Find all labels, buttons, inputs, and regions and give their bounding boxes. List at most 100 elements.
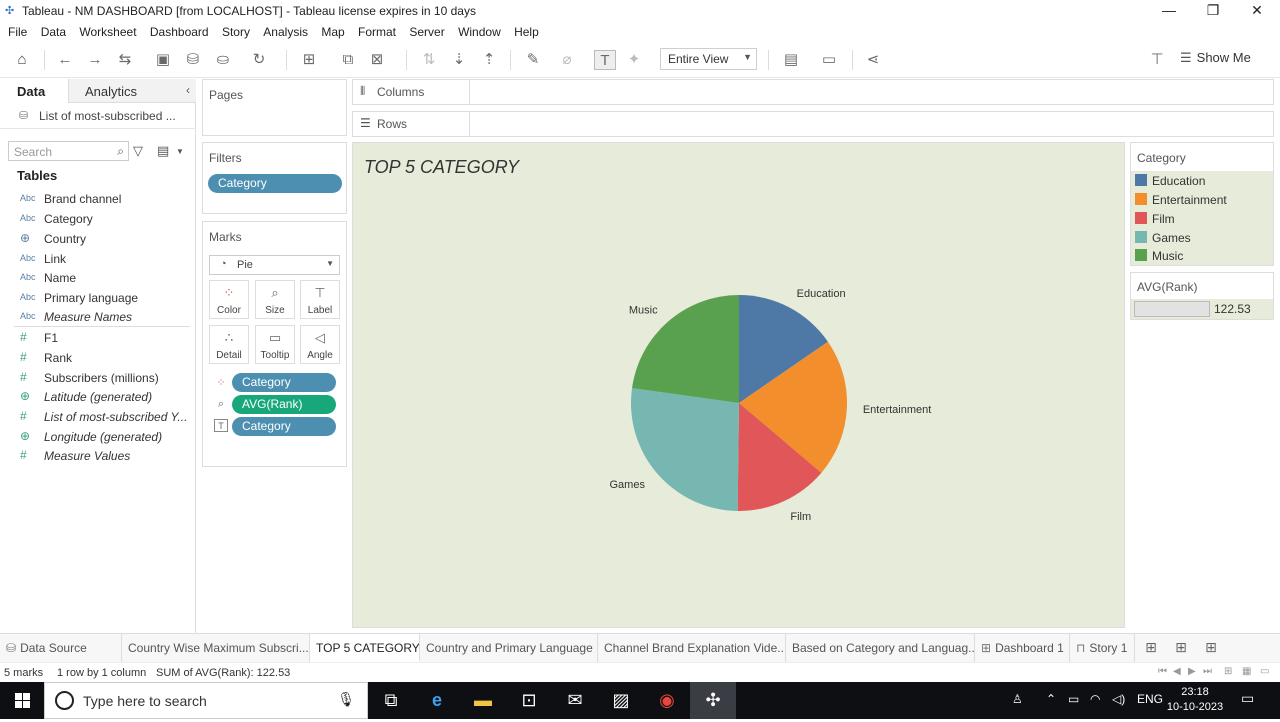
field-category[interactable]: Abc Category (0, 209, 190, 229)
menu-server[interactable]: Server (409, 22, 444, 39)
rows-shelf[interactable]: ☰ Rows (352, 111, 1274, 137)
menu-story[interactable]: Story (222, 22, 250, 39)
chrome-icon[interactable]: ◉ (644, 682, 690, 719)
volume-icon[interactable]: ◁) (1112, 692, 1125, 706)
new-worksheet-icon[interactable]: ⊞ (298, 50, 320, 70)
new-story-tab-icon[interactable]: ⊞ (1200, 639, 1222, 657)
menu-map[interactable]: Map (321, 22, 344, 39)
menu-format[interactable]: Format (358, 22, 396, 39)
sort-descending-icon[interactable]: ⇡ (478, 50, 500, 70)
show-cards-icon[interactable]: ▤ (780, 50, 802, 70)
edge-icon[interactable]: e (414, 682, 460, 719)
color-button[interactable]: ⁘ Color (209, 280, 249, 319)
replay-icon[interactable]: ⇆ (114, 50, 136, 70)
presentation-mode-icon[interactable]: ▭ (818, 50, 840, 70)
new-dashboard-tab-icon[interactable]: ⊞ (1170, 639, 1192, 657)
pin-icon[interactable]: ⊤ (1146, 50, 1168, 70)
next-sheet-icon[interactable]: ▶ (1188, 666, 1196, 677)
filter-icon[interactable]: ▽ (133, 143, 143, 159)
data-source-item[interactable]: ⛁ List of most-subscribed ... (0, 103, 196, 129)
taskbar-clock[interactable]: 23:18 10-10-2023 (1166, 685, 1224, 715)
field-latitude[interactable]: ⊕ Latitude (generated) (0, 387, 190, 407)
tab-category-language[interactable]: Based on Category and Languag... (786, 634, 975, 662)
clear-sheet-icon[interactable]: ⊠ (366, 50, 388, 70)
tabs-view-icon[interactable]: ▭ (1260, 666, 1269, 677)
field-subscribers[interactable]: # Subscribers (millions) (0, 368, 190, 388)
show-me-button[interactable]: ☰ Show Me (1180, 50, 1270, 70)
people-icon[interactable]: ♙ (1012, 692, 1023, 706)
menu-file[interactable]: File (8, 22, 27, 39)
label-button[interactable]: ⊤ Label (300, 280, 340, 319)
field-brand-channel[interactable]: Abc Brand channel (0, 189, 190, 209)
menu-data[interactable]: Data (41, 22, 66, 39)
notifications-icon[interactable]: ▭ (1241, 690, 1254, 707)
field-name[interactable]: Abc Name (0, 268, 190, 288)
sort-ascending-icon[interactable]: ⇣ (448, 50, 470, 70)
restore-button[interactable]: ❐ (1190, 0, 1236, 22)
detail-button[interactable]: ∴ Detail (209, 325, 249, 364)
pie-chart[interactable]: Education Entertainment Film Games Music (353, 143, 1124, 627)
close-button[interactable]: ✕ (1234, 0, 1280, 22)
refresh-icon[interactable]: ↻ (248, 50, 270, 70)
legend-item[interactable]: Education (1135, 172, 1271, 190)
marks-pill-size-avg-rank[interactable]: AVG(Rank) (232, 395, 336, 414)
last-sheet-icon[interactable]: ⏭ (1203, 666, 1212, 677)
new-worksheet-tab-icon[interactable]: ⊞ (1140, 639, 1162, 657)
viz-canvas[interactable]: TOP 5 CATEGORY Education Entertainment Fil… (352, 142, 1125, 628)
tooltip-button[interactable]: ▭ Tooltip (255, 325, 295, 364)
prev-sheet-icon[interactable]: ◀ (1173, 666, 1181, 677)
legend-item[interactable]: Film (1135, 210, 1271, 228)
tab-country-wise[interactable]: Country Wise Maximum Subscri... (122, 634, 310, 662)
legend-item[interactable]: Music (1135, 247, 1271, 265)
file-explorer-icon[interactable]: ▬ (460, 682, 506, 719)
home-icon[interactable]: ⌂ (11, 50, 33, 70)
redo-icon[interactable]: → (84, 50, 106, 70)
field-search-input[interactable]: Search ⌕ (8, 141, 129, 161)
show-hidden-icons[interactable]: ⌃ (1046, 692, 1056, 706)
photos-icon[interactable]: ▨ (598, 682, 644, 719)
marks-pill-label-category[interactable]: Category (232, 417, 336, 436)
minimize-button[interactable]: — (1146, 0, 1192, 22)
highlight-icon[interactable]: ✎ (522, 50, 544, 70)
chevron-down-icon[interactable]: ▼ (176, 147, 184, 156)
menu-dashboard[interactable]: Dashboard (150, 22, 209, 39)
field-measure-values[interactable]: # Measure Values (0, 446, 190, 466)
pie-slice-games[interactable] (631, 388, 739, 511)
tab-country-language[interactable]: Country and Primary Language (420, 634, 598, 662)
menu-window[interactable]: Window (458, 22, 501, 39)
field-rank[interactable]: # Rank (0, 348, 190, 368)
mark-type-dropdown[interactable]: ◔ Pie ▼ (209, 255, 340, 275)
store-icon[interactable]: ⊡ (506, 682, 552, 719)
collapse-icon[interactable]: ‹ (186, 83, 190, 97)
tab-channel-brand[interactable]: Channel Brand Explanation Vide... (598, 634, 786, 662)
microphone-icon[interactable]: 🎙 (337, 691, 355, 708)
task-view-icon[interactable]: ⧉ (368, 682, 414, 719)
mail-icon[interactable]: ✉ (552, 682, 598, 719)
swap-rows-columns-icon[interactable]: ⇅ (418, 50, 440, 70)
columns-shelf[interactable]: ⦀ Columns (352, 79, 1274, 105)
field-list-count[interactable]: # List of most-subscribed Y... (0, 407, 190, 427)
view-options-icon[interactable]: ▤ (157, 143, 169, 159)
language-indicator[interactable]: ENG (1137, 692, 1163, 706)
tab-data-source[interactable]: ⛁ Data Source (0, 634, 122, 662)
pause-auto-update-icon[interactable]: ⛀ (212, 50, 234, 70)
tab-dashboard-1[interactable]: ⊞ Dashboard 1 (975, 634, 1070, 662)
fit-dropdown[interactable]: Entire View ▼ (660, 48, 757, 70)
group-members-icon[interactable]: ⌀ (556, 50, 578, 70)
field-country[interactable]: ⊕ Country (0, 229, 190, 249)
taskbar-search[interactable]: Type here to search 🎙 (44, 682, 368, 719)
tab-story-1[interactable]: ⊓ Story 1 (1070, 634, 1135, 662)
filmstrip-icon[interactable]: ▦ (1242, 666, 1251, 677)
first-sheet-icon[interactable]: ⏮ (1158, 666, 1167, 677)
field-f1[interactable]: # F1 (0, 328, 190, 348)
start-button[interactable] (0, 682, 44, 719)
field-primary-language[interactable]: Abc Primary language (0, 288, 190, 308)
menu-analysis[interactable]: Analysis (263, 22, 308, 39)
show-mark-labels-icon[interactable]: T (594, 50, 616, 70)
tab-analytics[interactable]: Analytics ‹ (68, 79, 196, 103)
field-measure-names[interactable]: Abc Measure Names (0, 307, 190, 327)
legend-item[interactable]: Entertainment (1135, 191, 1271, 209)
field-longitude[interactable]: ⊕ Longitude (generated) (0, 427, 190, 447)
fix-axes-icon[interactable]: ✦ (623, 50, 645, 70)
size-button[interactable]: ⌕ Size (255, 280, 295, 319)
